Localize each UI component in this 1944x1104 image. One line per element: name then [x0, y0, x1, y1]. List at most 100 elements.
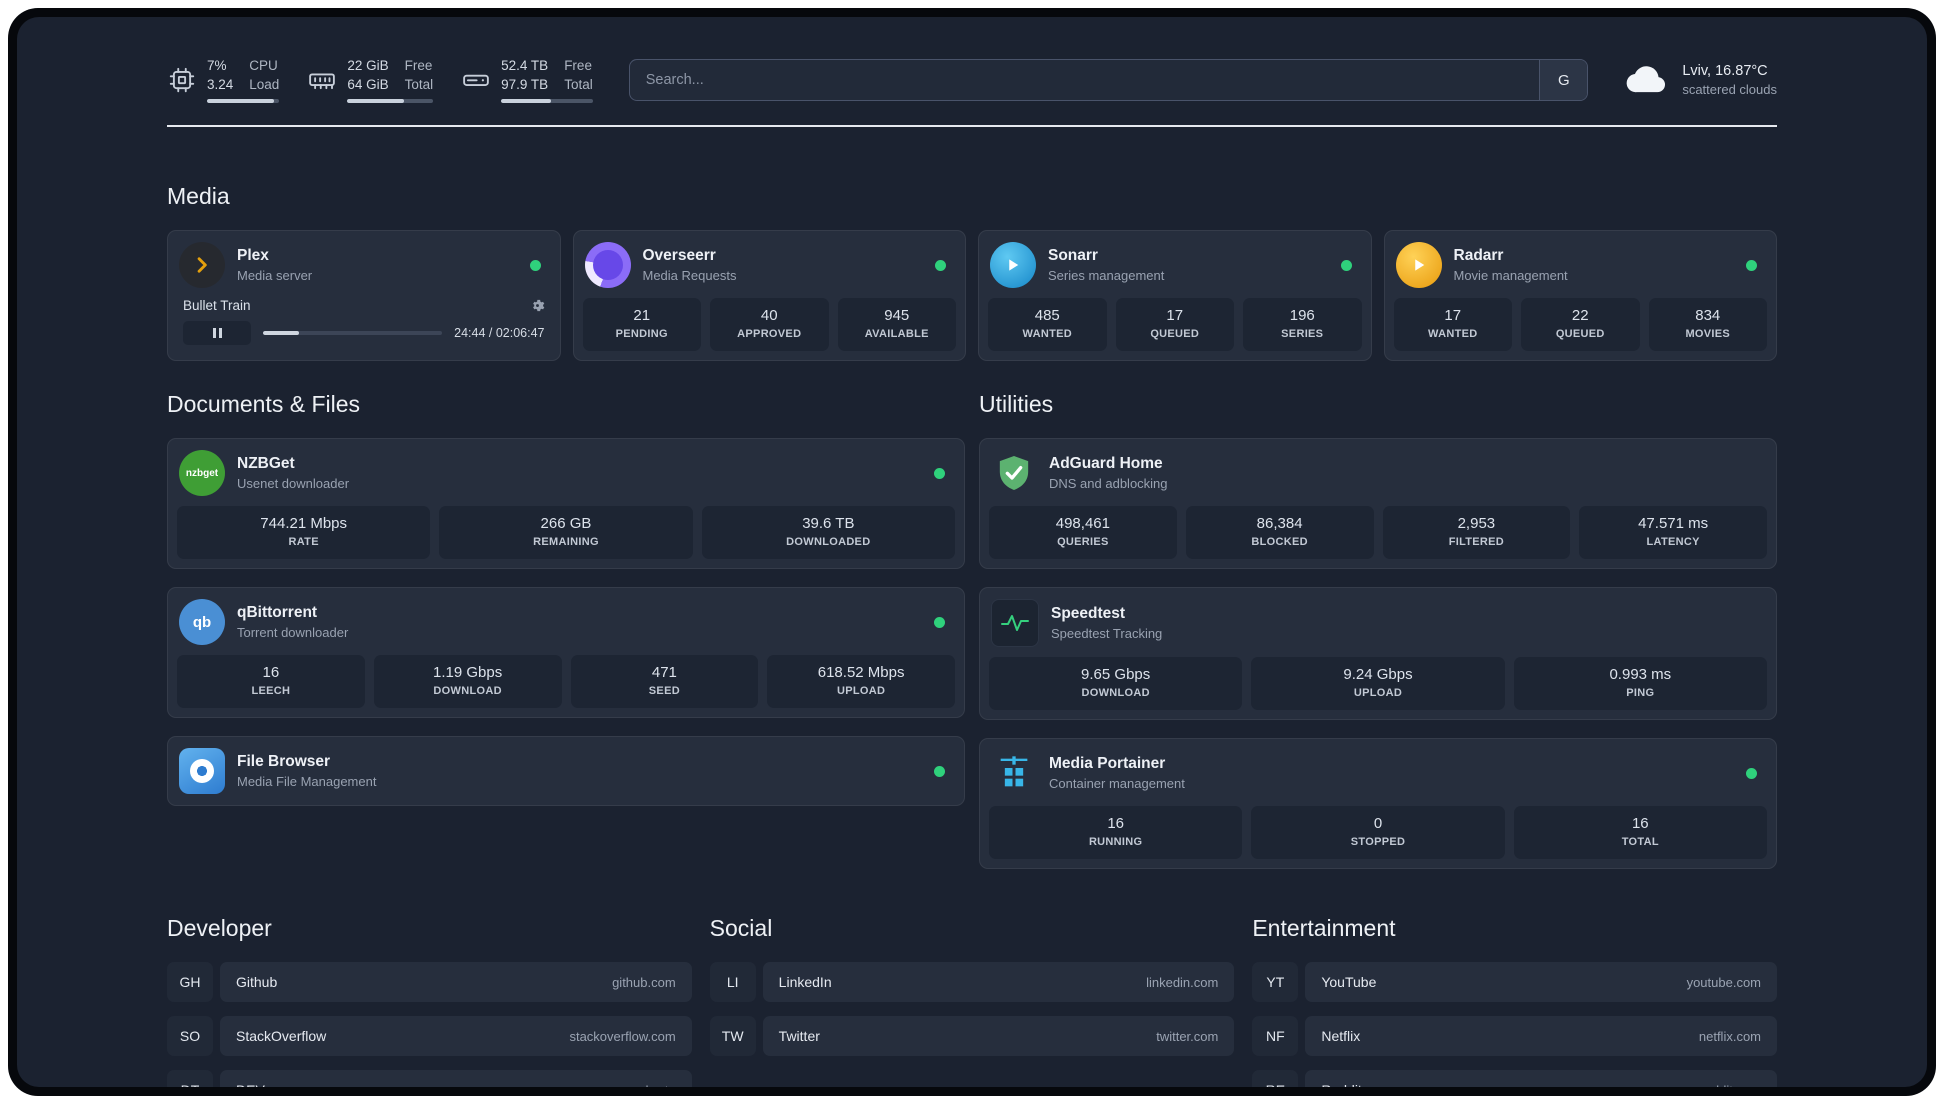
bookmark-url: dev.to [641, 1083, 675, 1088]
stat-label: REMAINING [533, 536, 599, 548]
stat-value: 39.6 TB [802, 515, 855, 532]
search-provider-button[interactable]: G [1539, 60, 1588, 100]
now-playing-title: Bullet Train [183, 298, 251, 313]
service-card-radarr[interactable]: Radarr Movie management 17 WANTED 22 QUE… [1383, 230, 1777, 361]
stat-value: 0.993 ms [1609, 666, 1672, 683]
bookmark-group-social: Social LI LinkedIn linkedin.com TW Twitt… [709, 915, 1235, 1087]
stat-value: 86,384 [1256, 515, 1303, 532]
service-name: Overseerr [642, 247, 716, 264]
bookmark-abbr: TW [709, 1016, 756, 1056]
stat-tile: 86,384 BLOCKED [1185, 506, 1374, 559]
stat-label: QUERIES [1057, 536, 1109, 548]
weather-condition: scattered clouds [1682, 82, 1777, 97]
section-title-media: Media [167, 183, 230, 209]
stat-tile: 485 WANTED [988, 298, 1107, 351]
section-title-entertainment: Entertainment [1252, 915, 1396, 941]
status-dot [934, 765, 945, 777]
stat-tile: 47.571 ms LATENCY [1579, 506, 1767, 559]
stat-tile: 1.19 Gbps DOWNLOAD [373, 655, 562, 708]
service-card-adguard[interactable]: AdGuard Home DNS and adblocking 498,461 … [979, 438, 1777, 569]
playback-time: 24:44 / 02:06:47 [454, 326, 545, 340]
stat-tile: 16 RUNNING [989, 806, 1243, 859]
stat-value: 0 [1373, 815, 1383, 832]
bookmark-dev[interactable]: DT DEV dev.to [167, 1070, 692, 1087]
nzbget-icon: nzbget [179, 450, 225, 496]
stat-tile: 9.24 Gbps UPLOAD [1251, 657, 1505, 710]
status-dot [935, 259, 946, 271]
bookmark-youtube[interactable]: YT YouTube youtube.com [1252, 962, 1778, 1002]
stat-value: 22 [1571, 307, 1589, 324]
status-dot [934, 616, 945, 628]
stat-value: 21 [633, 307, 651, 324]
bookmark-abbr: RE [1252, 1070, 1299, 1087]
disk-values: 52.4 TB 97.9 TB [501, 57, 549, 92]
stat-label: QUEUED [1555, 328, 1605, 340]
cpu-widget: 7% 3.24 CPU Load [167, 57, 280, 104]
stat-value: 471 [651, 664, 677, 681]
service-card-filebrowser[interactable]: File Browser Media File Management [167, 736, 965, 806]
stat-tile: 945 AVAILABLE [837, 298, 956, 351]
resource-widgets: 7% 3.24 CPU Load 22 GiB 64 GiB Free Tota… [167, 57, 593, 104]
service-card-qbittorrent[interactable]: qb qBittorrent Torrent downloader 16 LEE… [167, 587, 965, 718]
service-card-nzbget[interactable]: nzbget NZBGet Usenet downloader 744.21 M… [167, 438, 965, 569]
speedtest-icon [991, 599, 1039, 647]
bookmark-twitter[interactable]: TW Twitter twitter.com [709, 1016, 1235, 1056]
topbar-divider [167, 125, 1777, 127]
service-subtitle: Usenet downloader [237, 476, 350, 491]
dashboard: 7% 3.24 CPU Load 22 GiB 64 GiB Free Tota… [17, 17, 1927, 1087]
service-card-portainer[interactable]: Media Portainer Container management 16 … [979, 738, 1777, 869]
stat-label: WANTED [1022, 328, 1072, 340]
playback-progress-bar[interactable] [263, 331, 443, 335]
pause-button[interactable] [183, 321, 251, 345]
service-name: qBittorrent [237, 604, 318, 621]
stat-tile: 9.65 Gbps DOWNLOAD [989, 657, 1243, 710]
sonarr-icon [990, 242, 1036, 288]
stat-label: DOWNLOAD [1081, 687, 1150, 699]
bookmark-url: reddit.com [1700, 1083, 1761, 1088]
stat-label: WANTED [1428, 328, 1478, 340]
bookmark-url: netflix.com [1698, 1028, 1762, 1044]
stat-tile: 498,461 QUERIES [989, 506, 1177, 559]
disk-widget: 52.4 TB 97.9 TB Free Total [461, 57, 593, 104]
stat-tile: 0.993 ms PING [1513, 657, 1767, 710]
service-card-sonarr[interactable]: Sonarr Series management 485 WANTED 17 Q… [978, 230, 1372, 361]
portainer-icon [991, 750, 1037, 796]
service-subtitle: Series management [1048, 268, 1165, 283]
memory-values: 22 GiB 64 GiB [347, 57, 389, 92]
stat-label: SERIES [1281, 328, 1324, 340]
stat-value: 744.21 Mbps [260, 515, 348, 532]
bookmark-netflix[interactable]: NF Netflix netflix.com [1252, 1016, 1778, 1056]
gear-icon[interactable] [530, 298, 545, 313]
stat-value: 17 [1444, 307, 1462, 324]
service-subtitle: Movie management [1453, 268, 1568, 283]
bookmark-url: youtube.com [1686, 974, 1762, 990]
stat-label: TOTAL [1621, 836, 1659, 848]
service-subtitle: Speedtest Tracking [1051, 626, 1163, 641]
service-card-plex[interactable]: Plex Media server Bullet Train 24:44 / 0… [167, 230, 561, 361]
bookmark-name: LinkedIn [778, 974, 832, 990]
bookmark-github[interactable]: GH Github github.com [167, 962, 692, 1002]
bookmark-name: Reddit [1321, 1082, 1361, 1087]
stat-label: PENDING [615, 328, 668, 340]
stat-tile: 834 MOVIES [1648, 298, 1767, 351]
stat-value: 834 [1695, 307, 1721, 324]
stat-tile: 196 SERIES [1243, 298, 1362, 351]
service-name: Media Portainer [1049, 755, 1166, 772]
stat-value: 17 [1166, 307, 1184, 324]
section-media: Media Plex Media server Bullet Train 24:… [167, 183, 1777, 361]
status-dot [1746, 259, 1757, 271]
bookmark-abbr: YT [1252, 962, 1299, 1002]
bookmark-stackoverflow[interactable]: SO StackOverflow stackoverflow.com [167, 1016, 692, 1056]
stat-label: PING [1626, 687, 1655, 699]
memory-icon [307, 65, 337, 95]
stat-value: 196 [1289, 307, 1315, 324]
bookmark-url: github.com [612, 974, 676, 990]
section-documents: Documents & Files nzbget NZBGet Usenet d… [167, 391, 965, 869]
stat-tile: 39.6 TB DOWNLOADED [701, 506, 955, 559]
service-card-speedtest[interactable]: Speedtest Speedtest Tracking 9.65 Gbps D… [979, 587, 1777, 720]
service-card-overseerr[interactable]: Overseerr Media Requests 21 PENDING 40 A… [572, 230, 966, 361]
memory-progress-bar [347, 99, 434, 104]
bookmark-linkedin[interactable]: LI LinkedIn linkedin.com [709, 962, 1235, 1002]
bookmark-reddit[interactable]: RE Reddit reddit.com [1252, 1070, 1778, 1088]
search-input[interactable] [629, 60, 1540, 100]
